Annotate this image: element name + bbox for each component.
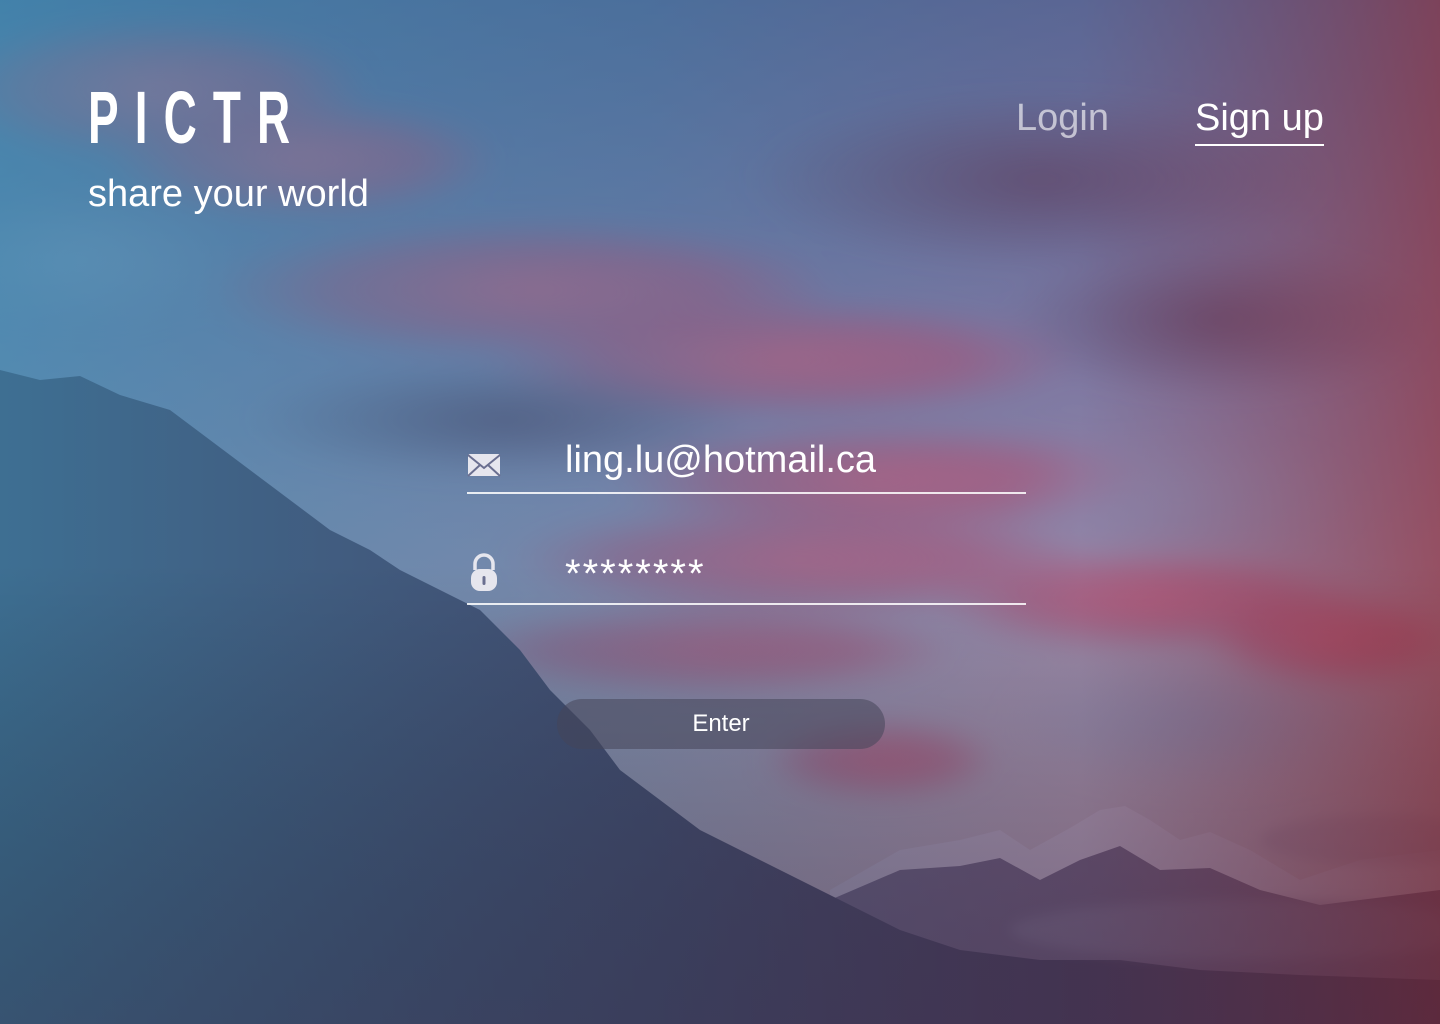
envelope-icon [467,454,501,477]
top-nav: Login Sign up [1016,96,1336,152]
password-input[interactable] [565,548,1020,600]
logo: PICTR [88,76,307,159]
enter-button[interactable]: Enter [557,699,885,749]
login-page: PICTR share your world Login Sign up Ent… [0,0,1440,1024]
lock-icon [471,553,497,591]
signup-link[interactable]: Sign up [1195,96,1324,146]
email-field [467,430,1026,494]
login-link[interactable]: Login [1016,96,1109,140]
password-field [467,540,1026,605]
tagline: share your world [88,173,369,215]
email-input[interactable] [565,434,1020,486]
